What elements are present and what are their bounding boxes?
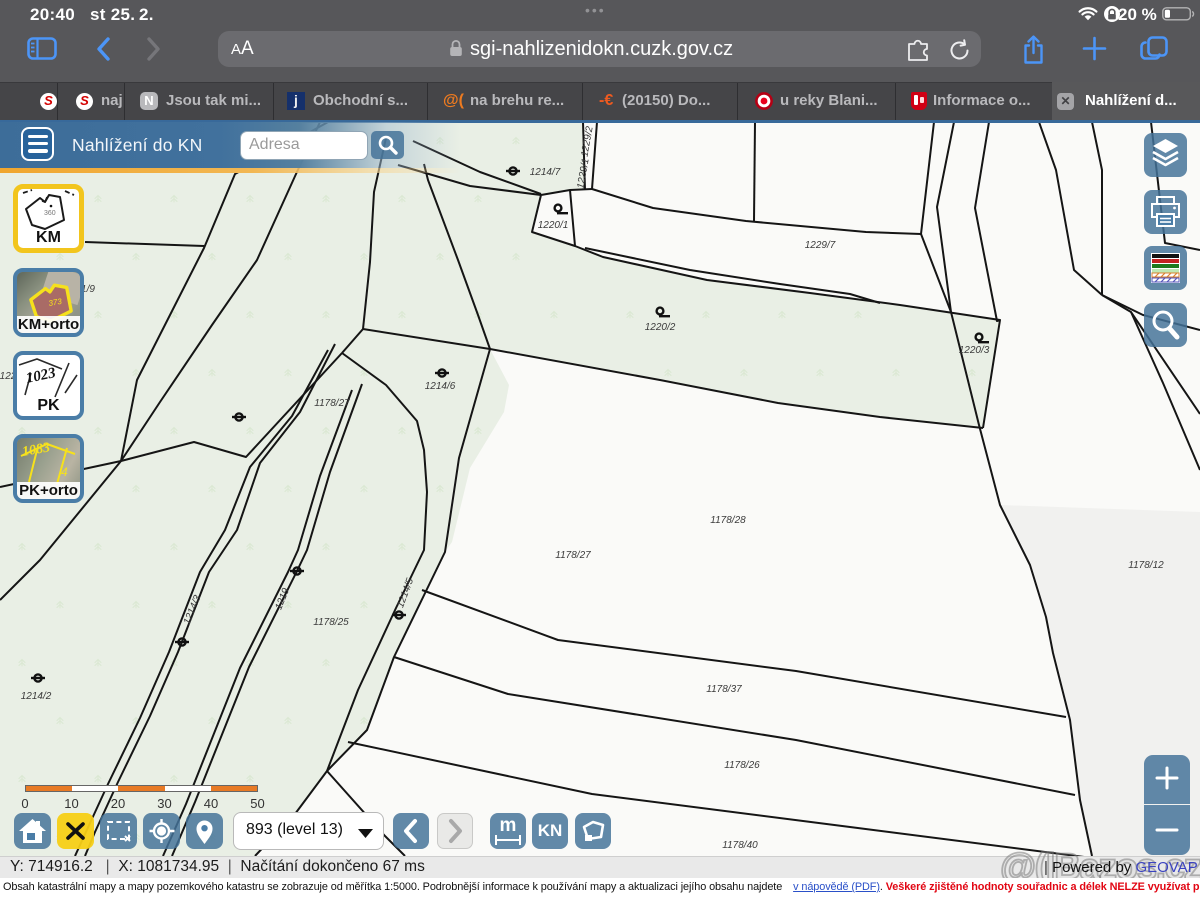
svg-text:1178/37: 1178/37 (706, 684, 742, 695)
svg-text:1083: 1083 (21, 440, 51, 460)
svg-text:360: 360 (44, 210, 56, 217)
svg-text:1178/12: 1178/12 (1128, 560, 1164, 571)
svg-text:1220/2: 1220/2 (645, 322, 676, 333)
svg-text:1229/7: 1229/7 (805, 240, 836, 251)
svg-text:1023: 1023 (25, 365, 58, 387)
svg-text:1178/27: 1178/27 (555, 550, 591, 561)
svg-text:1220/3: 1220/3 (959, 345, 990, 356)
svg-text:1220/1: 1220/1 (538, 220, 569, 231)
svg-text:1178/28: 1178/28 (710, 515, 746, 526)
svg-text:1214/6: 1214/6 (425, 381, 456, 392)
svg-text:1214/2: 1214/2 (21, 691, 52, 702)
svg-text:1178/27: 1178/27 (314, 398, 350, 409)
svg-text:1178/25: 1178/25 (313, 617, 349, 628)
svg-text:1178/26: 1178/26 (724, 760, 760, 771)
svg-text:4: 4 (61, 465, 68, 479)
svg-text:1178/40: 1178/40 (722, 840, 758, 851)
svg-text:1214/7: 1214/7 (530, 167, 561, 178)
